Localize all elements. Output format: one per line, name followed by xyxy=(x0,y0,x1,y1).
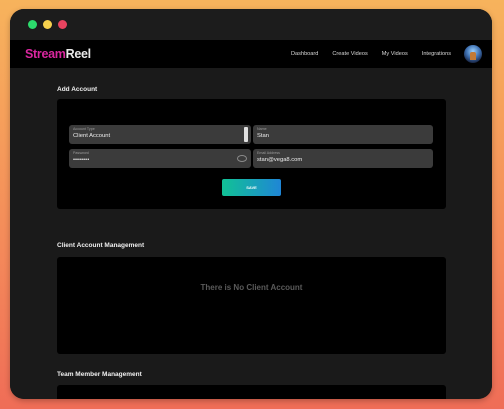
name-field[interactable]: Name Stan xyxy=(253,125,433,144)
client-management-title: Client Account Management xyxy=(57,242,145,249)
logo-stream-text: Stream xyxy=(25,47,66,61)
email-value: stan@vega8.com xyxy=(257,157,303,163)
nav-links: Dashboard Create Videos My Videos Integr… xyxy=(277,40,451,68)
add-account-card: Account Type Client Account Name Stan Pa… xyxy=(57,99,446,209)
nav-item-create-videos[interactable]: Create Videos xyxy=(332,51,367,57)
name-value: Stan xyxy=(257,133,269,139)
main-content: Add Account Account Type Client Account … xyxy=(10,68,492,399)
select-scroll-indicator[interactable] xyxy=(244,127,248,142)
account-type-select[interactable]: Account Type Client Account xyxy=(69,125,251,144)
window-close-button[interactable] xyxy=(58,20,67,29)
account-type-value: Client Account xyxy=(73,133,111,139)
nav-item-my-videos[interactable]: My Videos xyxy=(382,51,408,57)
eye-icon[interactable] xyxy=(237,155,247,162)
browser-window: StreamReel Dashboard Create Videos My Vi… xyxy=(10,9,492,399)
top-navbar: StreamReel Dashboard Create Videos My Vi… xyxy=(10,40,492,68)
add-account-title: Add Account xyxy=(57,86,98,93)
email-label: Email Address xyxy=(257,151,280,155)
nav-item-dashboard[interactable]: Dashboard xyxy=(291,51,318,57)
password-field[interactable]: Password •••••••• xyxy=(69,149,251,168)
window-maximize-button[interactable] xyxy=(28,20,37,29)
team-management-title: Team Member Management xyxy=(57,371,142,378)
logo-reel-text: Reel xyxy=(65,47,92,61)
nav-item-integrations[interactable]: Integrations xyxy=(422,51,451,57)
account-type-label: Account Type xyxy=(73,127,95,131)
password-label: Password xyxy=(73,151,89,155)
empty-client-message: There is No Client Account xyxy=(200,283,303,292)
password-value: •••••••• xyxy=(73,157,90,163)
email-field[interactable]: Email Address stan@vega8.com xyxy=(253,149,433,168)
team-management-card xyxy=(57,385,446,399)
user-avatar[interactable] xyxy=(464,45,482,63)
window-minimize-button[interactable] xyxy=(43,20,52,29)
app-logo[interactable]: StreamReel xyxy=(25,47,91,61)
title-bar xyxy=(10,9,492,40)
save-button[interactable]: SAVE xyxy=(222,179,281,196)
name-label: Name xyxy=(257,127,267,131)
client-management-card: There is No Client Account xyxy=(57,257,446,354)
